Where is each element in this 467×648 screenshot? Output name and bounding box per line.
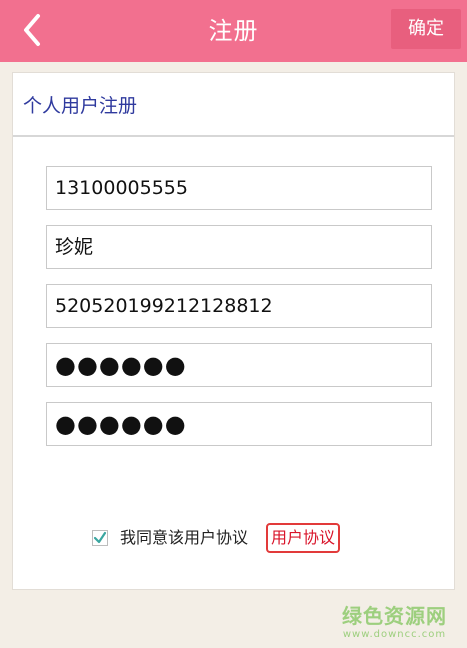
- user-agreement-link[interactable]: 用户协议: [266, 523, 341, 553]
- agreement-text: 我同意该用户协议: [120, 528, 249, 547]
- password-input[interactable]: ●●●●●●: [46, 343, 432, 387]
- phone-input[interactable]: 13100005555: [46, 166, 432, 210]
- divider: [13, 135, 454, 137]
- title-bar: 注册 确定: [0, 0, 467, 62]
- chevron-left-icon: [24, 14, 40, 46]
- section-title: 个人用户注册: [23, 95, 138, 117]
- watermark-url: www.downcc.com: [342, 629, 447, 640]
- back-button[interactable]: [14, 10, 54, 50]
- agree-checkbox[interactable]: [92, 530, 108, 546]
- id-number-input[interactable]: 520520199212128812: [46, 284, 432, 328]
- registration-form: 个人用户注册 13100005555 珍妮 520520199212128812…: [12, 72, 455, 590]
- name-input[interactable]: 珍妮: [46, 225, 432, 269]
- confirm-button[interactable]: 确定: [391, 9, 461, 49]
- watermark-title: 绿色资源网: [342, 604, 447, 628]
- watermark: 绿色资源网 www.downcc.com: [342, 600, 447, 640]
- confirm-password-input[interactable]: ●●●●●●: [46, 402, 432, 446]
